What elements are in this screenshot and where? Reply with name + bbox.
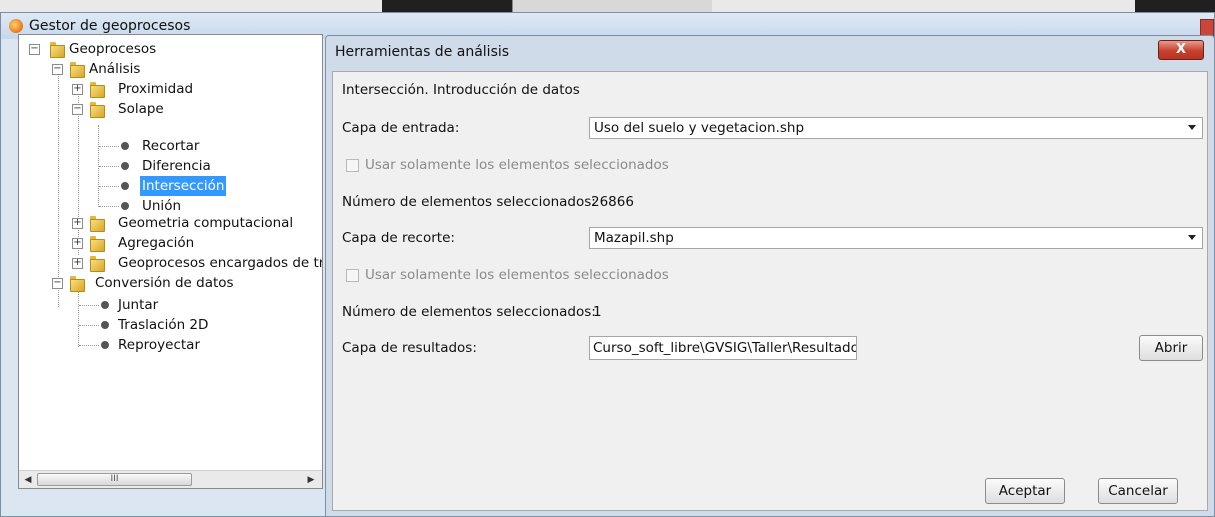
tree-item-diferencia[interactable]: Diferencia: [142, 156, 211, 176]
dialog-titlebar[interactable]: Herramientas de análisis: [326, 36, 1214, 67]
result-layer-label: Capa de resultados:: [342, 340, 477, 356]
use-selected-label: Usar solamente los elementos seleccionad…: [365, 267, 669, 283]
leaf-bullet-icon: [101, 301, 109, 309]
folder-icon: [89, 81, 105, 98]
dialog-close-button[interactable]: X: [1158, 40, 1204, 60]
checkbox-box[interactable]: [346, 158, 359, 172]
tree-item-conversion[interactable]: Conversión de datos: [95, 273, 234, 293]
scroll-left-icon[interactable]: ◀: [21, 473, 35, 487]
dialog-title: Herramientas de análisis: [335, 43, 510, 60]
num-selected-value: 26866: [591, 194, 634, 210]
geoprocess-tree-panel: − Geoprocesos − Análisis + Proximidad − …: [18, 34, 323, 489]
tree-item-geometria[interactable]: Geometria computacional: [118, 213, 293, 233]
tree-connector: [79, 305, 99, 306]
tree-connector: [99, 166, 119, 167]
app-icon: [9, 19, 23, 33]
input-layer-select[interactable]: Uso del suelo y vegetacion.shp: [589, 117, 1203, 139]
dialog-heading: Intersección. Introducción de datos: [342, 82, 580, 98]
result-layer-input[interactable]: Curso_soft_libre\GVSIG\Taller\Resultados: [589, 336, 857, 360]
tree-item-agregacion[interactable]: Agregación: [118, 233, 194, 253]
chevron-down-icon: [1188, 125, 1196, 130]
accept-button[interactable]: Aceptar: [985, 478, 1065, 504]
open-button[interactable]: Abrir: [1139, 335, 1203, 361]
leaf-bullet-icon: [121, 142, 129, 150]
use-selected-checkbox-2[interactable]: Usar solamente los elementos seleccionad…: [346, 267, 669, 283]
use-selected-label: Usar solamente los elementos seleccionad…: [365, 157, 669, 173]
expand-icon[interactable]: +: [72, 218, 83, 229]
tree-connector: [99, 186, 119, 187]
folder-icon: [69, 61, 85, 78]
tree-connector: [99, 206, 119, 207]
collapse-icon[interactable]: −: [72, 104, 83, 115]
leaf-bullet-icon: [121, 162, 129, 170]
collapse-icon[interactable]: −: [52, 278, 63, 289]
folder-icon: [69, 275, 85, 292]
tree-horizontal-scrollbar[interactable]: ◀ III ▶: [19, 470, 322, 488]
cancel-button[interactable]: Cancelar: [1098, 478, 1178, 504]
leaf-bullet-icon: [101, 341, 109, 349]
chevron-down-icon: [1188, 235, 1196, 240]
num-selected-label: Número de elementos seleccionados:: [342, 194, 596, 210]
leaf-bullet-icon: [101, 321, 109, 329]
folder-icon: [89, 215, 105, 232]
expand-icon[interactable]: +: [72, 84, 83, 95]
tree-connector: [79, 345, 99, 346]
input-layer-value: Uso del suelo y vegetacion.shp: [594, 120, 805, 136]
tree-item-juntar[interactable]: Juntar: [118, 295, 158, 315]
expand-icon[interactable]: +: [72, 238, 83, 249]
window-title: Gestor de geoprocesos: [29, 18, 191, 34]
tree-item-reproyectar[interactable]: Reproyectar: [118, 335, 200, 355]
tree-item-interseccion[interactable]: Intersección: [140, 176, 227, 196]
tree-item-traslacion[interactable]: Traslación 2D: [118, 315, 208, 335]
leaf-bullet-icon: [121, 202, 129, 210]
clip-layer-select[interactable]: Mazapil.shp: [589, 227, 1203, 249]
tree-connector: [78, 291, 79, 347]
scroll-thumb[interactable]: III: [37, 473, 192, 486]
tree-item-analisis[interactable]: Análisis: [89, 59, 140, 79]
folder-icon: [89, 255, 105, 272]
dialog-body: Intersección. Introducción de datos Capa…: [332, 71, 1208, 511]
input-layer-label: Capa de entrada:: [342, 120, 460, 136]
tree-connector: [79, 325, 99, 326]
checkbox-box[interactable]: [346, 268, 359, 282]
collapse-icon[interactable]: −: [29, 44, 40, 55]
clip-layer-value: Mazapil.shp: [594, 230, 674, 246]
folder-icon: [49, 41, 65, 58]
collapse-icon[interactable]: −: [52, 64, 63, 75]
leaf-bullet-icon: [121, 182, 129, 190]
tree-item-proximidad[interactable]: Proximidad: [118, 79, 193, 99]
tree-connector: [58, 65, 59, 307]
tree-item-encargados[interactable]: Geoprocesos encargados de tran: [118, 253, 322, 273]
folder-icon: [89, 235, 105, 252]
tree-item-geoprocesos[interactable]: Geoprocesos: [69, 39, 156, 59]
scroll-right-icon[interactable]: ▶: [304, 473, 318, 487]
expand-icon[interactable]: +: [72, 258, 83, 269]
folder-icon: [89, 101, 105, 118]
tree-item-solape[interactable]: Solape: [118, 99, 164, 119]
analysis-tools-dialog: Herramientas de análisis X Intersección.…: [325, 35, 1215, 517]
tree-item-recortar[interactable]: Recortar: [142, 136, 199, 156]
num-selected-value: 1: [593, 304, 602, 320]
geoprocess-tree: − Geoprocesos − Análisis + Proximidad − …: [19, 35, 322, 455]
use-selected-checkbox-1[interactable]: Usar solamente los elementos seleccionad…: [346, 157, 669, 173]
num-selected-label: Número de elementos seleccionados:: [342, 304, 596, 320]
clip-layer-label: Capa de recorte:: [342, 230, 455, 246]
tree-connector: [99, 146, 119, 147]
